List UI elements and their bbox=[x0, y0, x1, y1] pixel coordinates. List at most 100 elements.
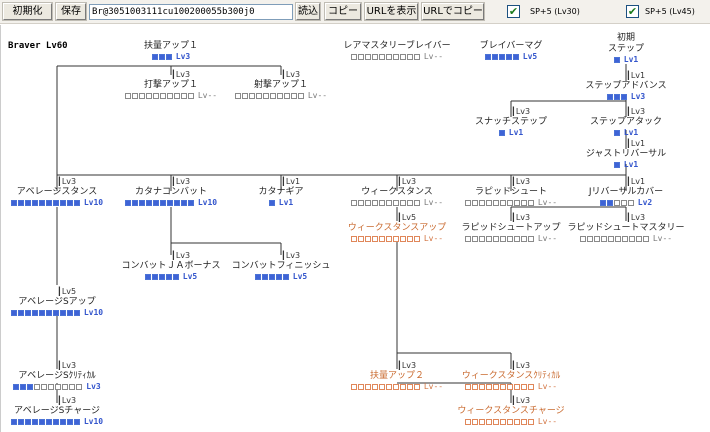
skill-point-box[interactable] bbox=[10, 418, 17, 425]
skill-point-box[interactable] bbox=[159, 92, 166, 99]
skill-point-box[interactable] bbox=[350, 199, 357, 206]
copy-url-button[interactable]: URLでコピー bbox=[422, 3, 484, 20]
skill-point-box[interactable] bbox=[527, 199, 534, 206]
skill-point-box[interactable] bbox=[276, 92, 283, 99]
skill-shot-up-1[interactable]: ┃Lv3 射撃アップ１ Lv-- bbox=[211, 70, 351, 100]
skill-point-box[interactable] bbox=[261, 273, 268, 280]
skill-point-box[interactable] bbox=[24, 199, 31, 206]
copy-button[interactable]: コピー bbox=[325, 3, 361, 20]
skill-point-box[interactable] bbox=[52, 199, 59, 206]
skill-point-box[interactable] bbox=[642, 235, 649, 242]
skill-point-box[interactable] bbox=[513, 235, 520, 242]
skill-point-box[interactable] bbox=[371, 199, 378, 206]
skill-point-box[interactable] bbox=[234, 92, 241, 99]
skill-point-box[interactable] bbox=[378, 199, 385, 206]
skill-point-box[interactable] bbox=[413, 199, 420, 206]
skill-point-box[interactable] bbox=[166, 92, 173, 99]
skill-point-box[interactable] bbox=[144, 273, 151, 280]
skill-point-box[interactable] bbox=[478, 235, 485, 242]
skill-point-box[interactable] bbox=[73, 418, 80, 425]
skill-point-box[interactable] bbox=[464, 235, 471, 242]
skill-point-box[interactable] bbox=[357, 199, 364, 206]
skill-point-box[interactable] bbox=[269, 92, 276, 99]
skill-point-box[interactable] bbox=[392, 235, 399, 242]
skill-level-boxes[interactable]: Lv10 bbox=[1, 308, 127, 317]
skill-level-boxes[interactable]: Lv1 bbox=[556, 160, 696, 169]
skill-point-box[interactable] bbox=[20, 383, 27, 390]
skill-j-reversal-cover[interactable]: ┃Lv1 Jリバーサルカバー Lv2 bbox=[556, 177, 696, 207]
skill-level-boxes[interactable]: Lv-- bbox=[441, 417, 581, 426]
skill-point-box[interactable] bbox=[628, 235, 635, 242]
skill-point-box[interactable] bbox=[268, 273, 275, 280]
skill-point-box[interactable] bbox=[478, 418, 485, 425]
skill-point-box[interactable] bbox=[180, 199, 187, 206]
skill-point-box[interactable] bbox=[499, 235, 506, 242]
skill-level-boxes[interactable]: Lv5 bbox=[211, 272, 351, 281]
skill-point-box[interactable] bbox=[145, 199, 152, 206]
skill-point-box[interactable] bbox=[27, 383, 34, 390]
skill-point-box[interactable] bbox=[69, 383, 76, 390]
skill-point-box[interactable] bbox=[485, 383, 492, 390]
skill-point-box[interactable] bbox=[471, 199, 478, 206]
skill-point-box[interactable] bbox=[406, 53, 413, 60]
skill-point-box[interactable] bbox=[364, 235, 371, 242]
skill-point-box[interactable] bbox=[586, 235, 593, 242]
skill-point-box[interactable] bbox=[527, 383, 534, 390]
skill-point-box[interactable] bbox=[513, 199, 520, 206]
skill-point-box[interactable] bbox=[378, 53, 385, 60]
skill-point-box[interactable] bbox=[364, 53, 371, 60]
skill-point-box[interactable] bbox=[520, 235, 527, 242]
skill-point-box[interactable] bbox=[499, 383, 506, 390]
skill-point-box[interactable] bbox=[392, 53, 399, 60]
skill-point-box[interactable] bbox=[187, 199, 194, 206]
skill-average-s-critical[interactable]: ┃Lv3 アベレージSｸﾘﾃｨｶﾙ Lv3 bbox=[1, 361, 127, 391]
skill-step-advance[interactable]: ┃Lv1 ステップアドバンス Lv3 bbox=[556, 71, 696, 101]
skill-point-box[interactable] bbox=[506, 383, 513, 390]
skill-point-box[interactable] bbox=[159, 199, 166, 206]
skill-point-box[interactable] bbox=[138, 199, 145, 206]
skill-point-box[interactable] bbox=[55, 383, 62, 390]
skill-point-box[interactable] bbox=[268, 199, 275, 206]
sp-lv45-checkbox[interactable]: ✔ bbox=[626, 5, 639, 18]
skill-point-box[interactable] bbox=[45, 199, 52, 206]
skill-point-box[interactable] bbox=[166, 199, 173, 206]
skill-point-box[interactable] bbox=[151, 273, 158, 280]
skill-point-box[interactable] bbox=[485, 418, 492, 425]
skill-point-box[interactable] bbox=[406, 383, 413, 390]
skill-point-box[interactable] bbox=[478, 199, 485, 206]
skill-point-box[interactable] bbox=[41, 383, 48, 390]
skill-point-box[interactable] bbox=[491, 53, 498, 60]
skill-point-box[interactable] bbox=[506, 418, 513, 425]
skill-point-box[interactable] bbox=[499, 418, 506, 425]
skill-point-box[interactable] bbox=[66, 309, 73, 316]
skill-point-box[interactable] bbox=[62, 383, 69, 390]
skill-point-box[interactable] bbox=[66, 418, 73, 425]
skill-point-box[interactable] bbox=[38, 418, 45, 425]
skill-point-box[interactable] bbox=[485, 235, 492, 242]
skill-level-boxes[interactable]: Lv3 bbox=[1, 382, 127, 391]
skill-point-box[interactable] bbox=[283, 92, 290, 99]
skill-point-box[interactable] bbox=[124, 199, 131, 206]
skill-point-box[interactable] bbox=[371, 235, 378, 242]
skill-point-box[interactable] bbox=[172, 273, 179, 280]
skill-point-box[interactable] bbox=[613, 161, 620, 168]
skill-point-box[interactable] bbox=[31, 418, 38, 425]
skill-point-box[interactable] bbox=[290, 92, 297, 99]
skill-point-box[interactable] bbox=[512, 53, 519, 60]
skill-point-box[interactable] bbox=[599, 199, 606, 206]
skill-point-box[interactable] bbox=[506, 199, 513, 206]
skill-point-box[interactable] bbox=[399, 235, 406, 242]
skill-point-box[interactable] bbox=[527, 235, 534, 242]
skill-point-box[interactable] bbox=[262, 92, 269, 99]
skill-point-box[interactable] bbox=[399, 383, 406, 390]
skill-initial-step[interactable]: 初期 ステップ Lv1 bbox=[556, 33, 696, 64]
skill-point-box[interactable] bbox=[187, 92, 194, 99]
skill-point-box[interactable] bbox=[499, 199, 506, 206]
skill-point-box[interactable] bbox=[593, 235, 600, 242]
skill-level-boxes[interactable]: Lv1 bbox=[556, 55, 696, 64]
skill-point-box[interactable] bbox=[173, 199, 180, 206]
skill-level-boxes[interactable]: Lv-- bbox=[211, 91, 351, 100]
skill-point-box[interactable] bbox=[59, 418, 66, 425]
skill-point-box[interactable] bbox=[471, 383, 478, 390]
skill-combat-finish[interactable]: ┃Lv3 コンバットフィニッシュ Lv5 bbox=[211, 251, 351, 281]
